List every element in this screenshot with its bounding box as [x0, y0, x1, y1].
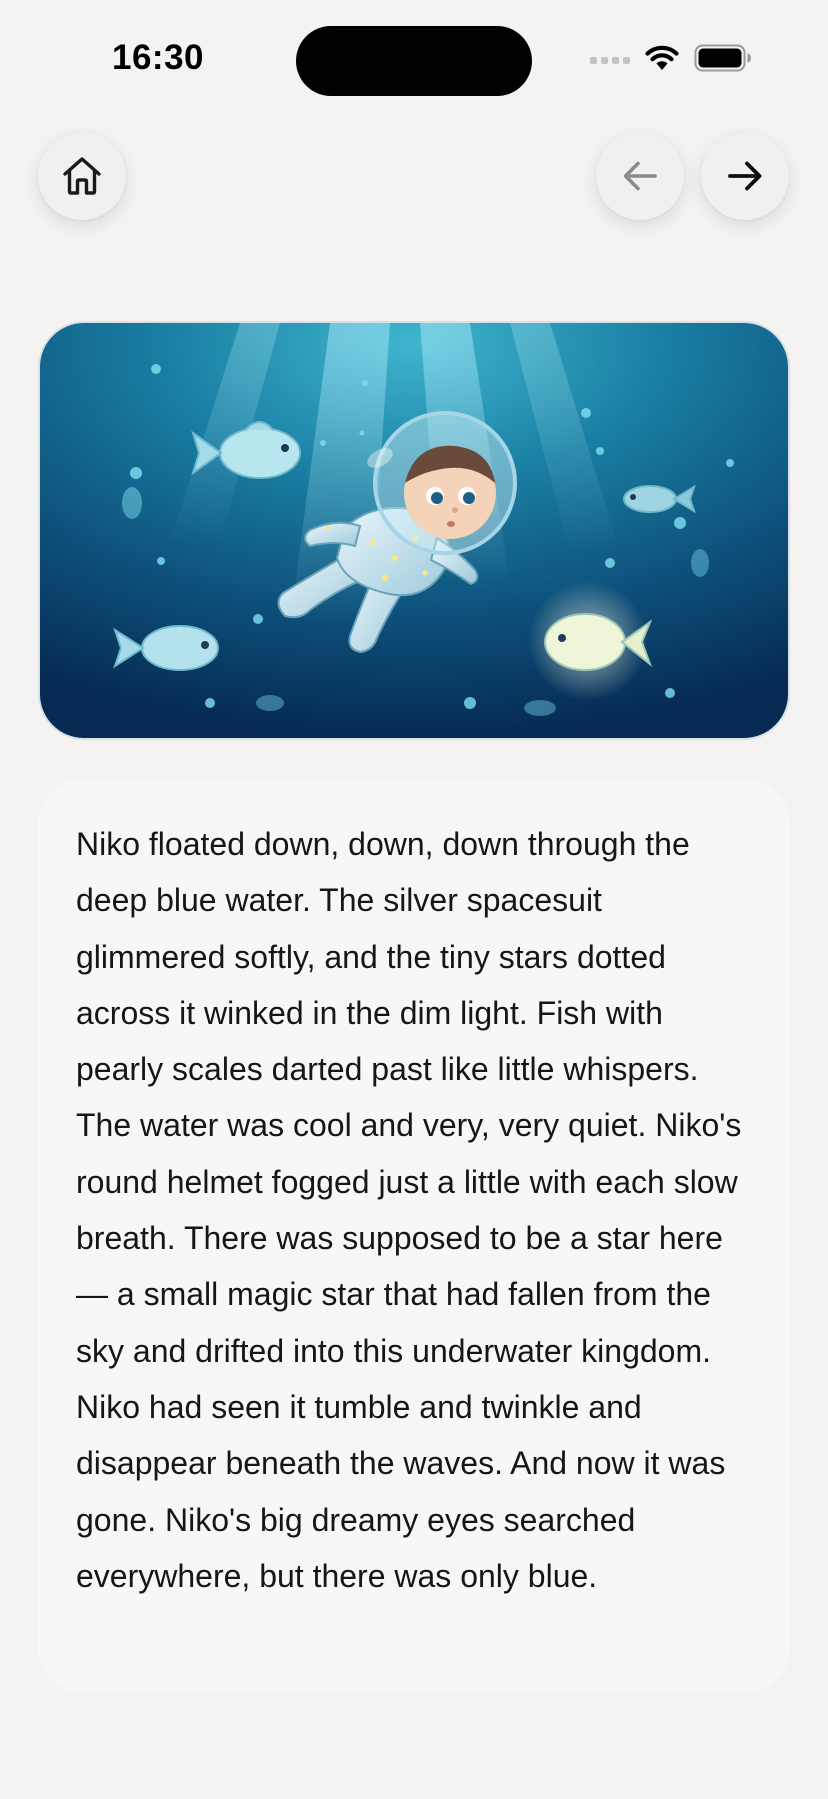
arrow-left-icon — [623, 161, 657, 191]
story-illustration — [38, 321, 790, 740]
status-icons — [590, 44, 752, 72]
home-icon — [63, 157, 101, 195]
dynamic-island — [296, 26, 532, 96]
arrow-right-icon — [728, 161, 762, 191]
status-bar: 16:30 — [0, 0, 828, 120]
story-text: Niko floated down, down, down through th… — [76, 826, 742, 1594]
battery-icon — [694, 44, 751, 72]
status-time: 16:30 — [112, 38, 205, 77]
cellular-signal-icon — [590, 48, 630, 68]
next-page-button[interactable] — [701, 132, 789, 220]
wifi-icon — [645, 45, 679, 70]
previous-page-button[interactable] — [596, 132, 684, 220]
story-text-card: Niko floated down, down, down through th… — [38, 780, 790, 1692]
home-button[interactable] — [38, 132, 126, 220]
